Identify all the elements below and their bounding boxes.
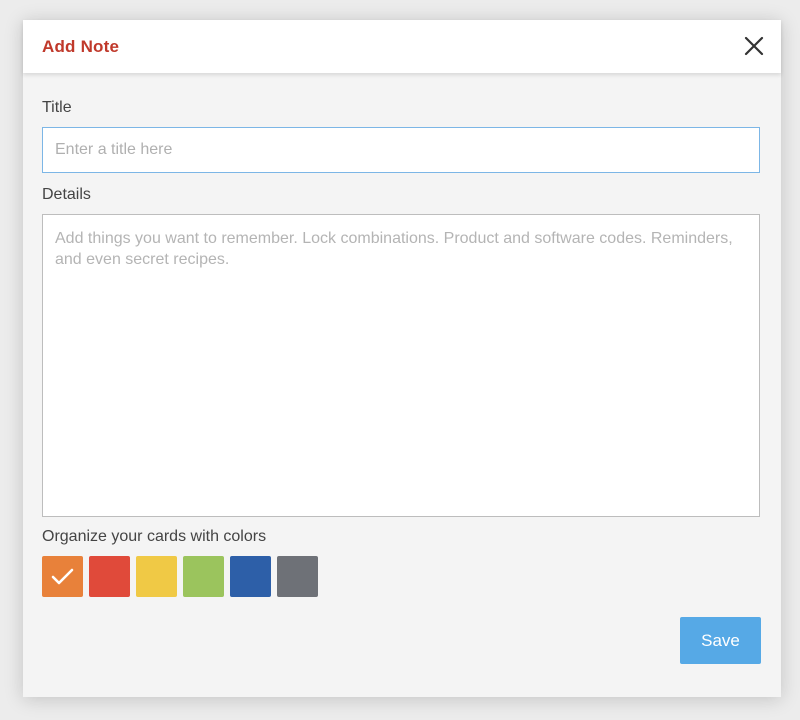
color-swatch-gray[interactable] bbox=[277, 556, 318, 597]
title-label: Title bbox=[42, 99, 72, 116]
color-swatch-blue[interactable] bbox=[230, 556, 271, 597]
colors-label: Organize your cards with colors bbox=[42, 528, 267, 545]
title-input[interactable] bbox=[42, 127, 760, 173]
save-button[interactable]: Save bbox=[680, 617, 761, 664]
details-textarea[interactable] bbox=[42, 214, 760, 517]
color-swatch-orange[interactable] bbox=[42, 556, 83, 597]
add-note-dialog: Add Note Title Details Organize your car… bbox=[23, 20, 781, 697]
checkmark-icon bbox=[51, 568, 74, 585]
dialog-header: Add Note bbox=[23, 20, 781, 73]
color-swatch-green[interactable] bbox=[183, 556, 224, 597]
close-icon bbox=[744, 36, 764, 56]
color-swatch-yellow[interactable] bbox=[136, 556, 177, 597]
close-button[interactable] bbox=[741, 33, 767, 59]
details-label: Details bbox=[42, 186, 91, 203]
color-picker bbox=[42, 556, 318, 597]
color-swatch-red[interactable] bbox=[89, 556, 130, 597]
dialog-title: Add Note bbox=[42, 37, 120, 56]
